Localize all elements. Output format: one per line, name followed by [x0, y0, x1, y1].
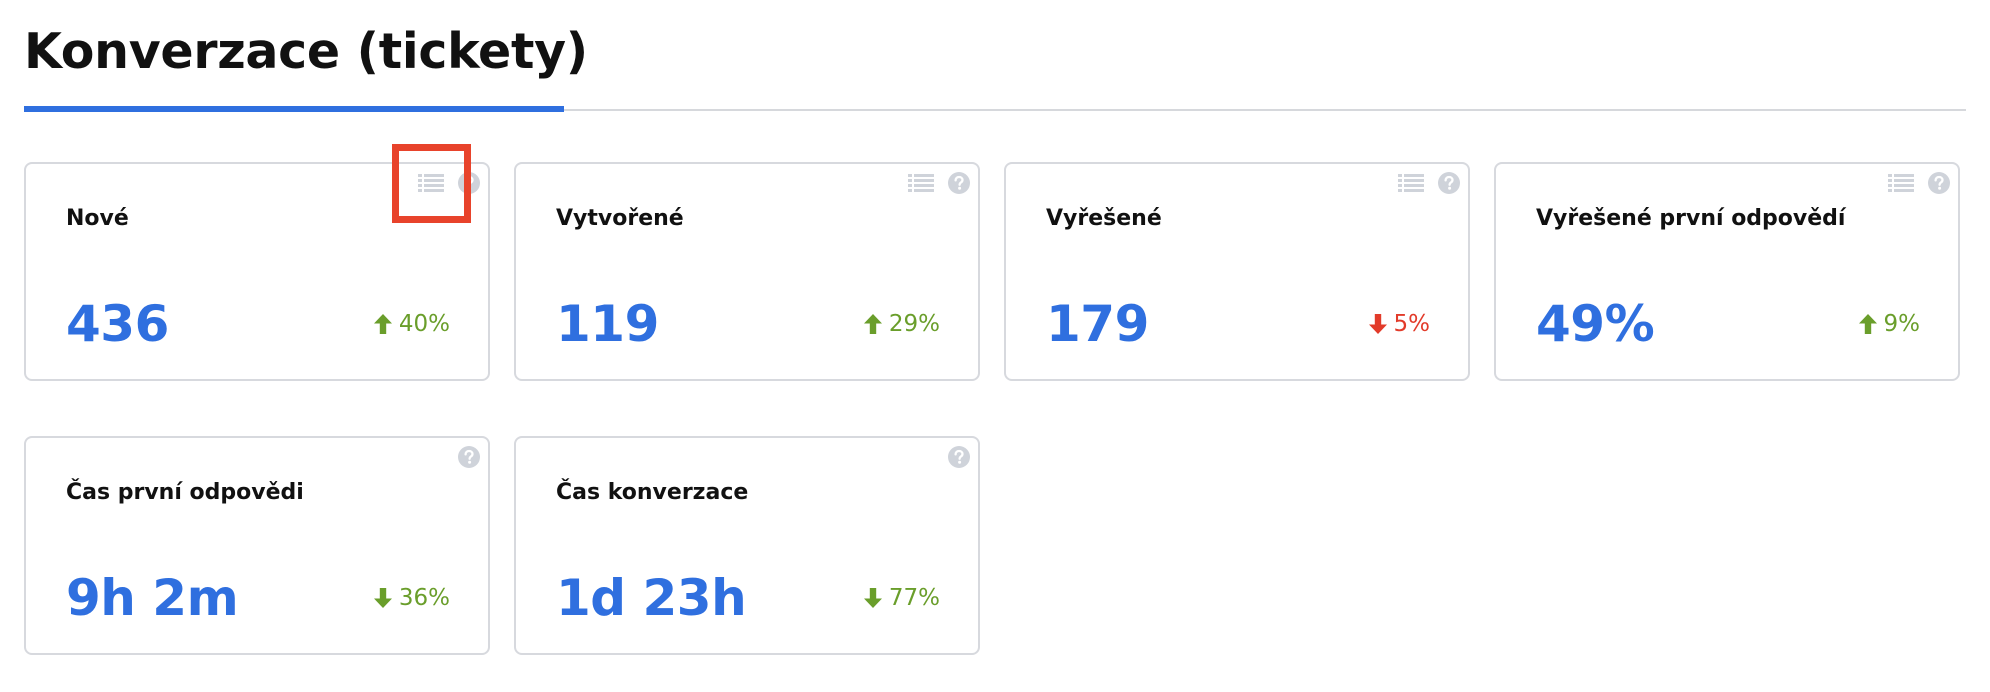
card-tools [1888, 172, 1950, 194]
section-title: Konverzace (tickety) [24, 23, 588, 80]
card-change-value: 29% [888, 311, 940, 337]
metric-card-cas-konverzace: Čas konverzace 1d 23h 77% [514, 436, 980, 655]
card-label: Čas konverzace [556, 480, 749, 505]
metric-card-vytvorene: Vytvořené 119 29% [514, 162, 980, 381]
arrow-down-icon [1368, 313, 1388, 335]
card-tools [418, 172, 480, 194]
card-change-value: 36% [398, 585, 450, 611]
card-change-value: 40% [398, 311, 450, 337]
section-title-underline [24, 106, 564, 112]
arrow-up-icon [373, 313, 393, 335]
list-icon[interactable] [908, 173, 934, 193]
card-tools [1398, 172, 1460, 194]
arrow-up-icon [863, 313, 883, 335]
card-label: Vyřešené [1046, 206, 1162, 231]
metric-card-nove: Nové 436 40% [24, 162, 490, 381]
card-value: 9h 2m [66, 569, 239, 627]
card-label: Vyřešené první odpovědí [1536, 206, 1846, 231]
card-label: Vytvořené [556, 206, 684, 231]
card-change: 29% [863, 309, 940, 339]
card-value: 179 [1046, 295, 1149, 353]
help-icon[interactable] [1438, 172, 1460, 194]
list-icon[interactable] [1888, 173, 1914, 193]
list-icon[interactable] [1398, 173, 1424, 193]
help-icon[interactable] [458, 172, 480, 194]
card-change-value: 9% [1883, 311, 1921, 337]
card-label: Čas první odpovědi [66, 480, 304, 505]
card-value: 119 [556, 295, 659, 353]
arrow-down-icon [373, 587, 393, 609]
card-change: 36% [373, 583, 450, 613]
list-icon[interactable] [418, 173, 444, 193]
card-value: 49% [1536, 295, 1655, 353]
help-icon[interactable] [1928, 172, 1950, 194]
card-tools [908, 172, 970, 194]
card-tools [458, 446, 480, 468]
help-icon[interactable] [458, 446, 480, 468]
card-label: Nové [66, 206, 129, 231]
card-change: 5% [1368, 309, 1431, 339]
card-tools [948, 446, 970, 468]
card-change: 40% [373, 309, 450, 339]
help-icon[interactable] [948, 446, 970, 468]
metric-card-vyresene: Vyřešené 179 5% [1004, 162, 1470, 381]
card-value: 436 [66, 295, 169, 353]
card-change-value: 5% [1393, 311, 1431, 337]
metric-card-cas-prvni-odpovedi: Čas první odpovědi 9h 2m 36% [24, 436, 490, 655]
card-change-value: 77% [888, 585, 940, 611]
card-change: 9% [1858, 309, 1921, 339]
card-value: 1d 23h [556, 569, 747, 627]
card-change: 77% [863, 583, 940, 613]
arrow-down-icon [863, 587, 883, 609]
help-icon[interactable] [948, 172, 970, 194]
arrow-up-icon [1858, 313, 1878, 335]
metric-card-vyresene-prvni-odpovedi: Vyřešené první odpovědí 49% 9% [1494, 162, 1960, 381]
